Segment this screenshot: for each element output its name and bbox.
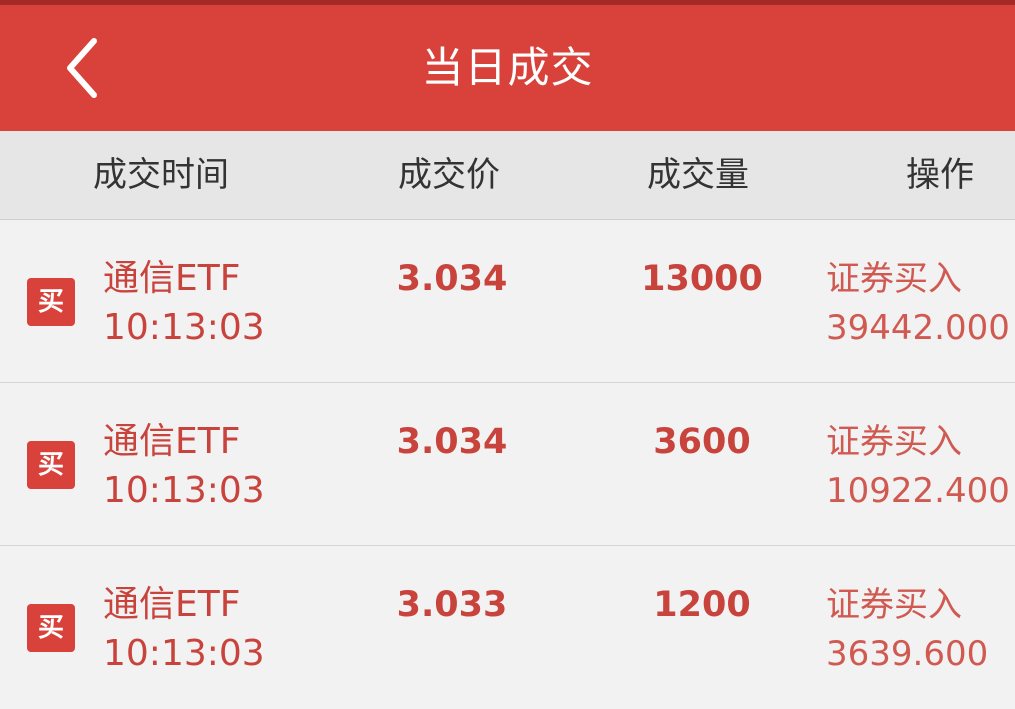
app-header: 当日成交 — [0, 5, 1015, 131]
back-button[interactable] — [58, 33, 110, 103]
trade-time: 10:13:03 — [103, 633, 265, 674]
trade-list: 买 通信ETF 10:13:03 3.034 13000 证券买入 39442.… — [0, 220, 1015, 709]
security-name: 通信ETF — [103, 584, 241, 625]
table-row[interactable]: 买 通信ETF 10:13:03 3.033 1200 证券买入 3639.60… — [0, 546, 1015, 709]
column-header-time: 成交时间 — [93, 155, 229, 195]
page-title: 当日成交 — [421, 43, 594, 92]
table-header: 成交时间 成交价 成交量 操作 — [0, 131, 1015, 220]
trade-time: 10:13:03 — [103, 307, 265, 348]
buy-badge: 买 — [27, 278, 75, 326]
trade-quantity: 1200 — [653, 585, 751, 625]
column-header-operation: 操作 — [906, 155, 974, 195]
trade-quantity: 3600 — [653, 422, 751, 462]
column-header-quantity: 成交量 — [647, 155, 749, 195]
trade-action: 证券买入 — [826, 585, 962, 625]
table-row[interactable]: 买 通信ETF 10:13:03 3.034 3600 证券买入 10922.4… — [0, 383, 1015, 546]
chevron-left-icon — [67, 38, 97, 98]
buy-badge: 买 — [27, 604, 75, 652]
column-header-price: 成交价 — [398, 155, 500, 195]
trade-price: 3.034 — [396, 422, 508, 462]
trade-amount: 3639.600 — [826, 634, 989, 674]
trade-price: 3.033 — [396, 585, 508, 625]
trade-quantity: 13000 — [641, 259, 763, 299]
trade-amount: 39442.000 — [826, 308, 1010, 348]
trade-action: 证券买入 — [826, 259, 962, 299]
trade-time: 10:13:03 — [103, 470, 265, 511]
table-row[interactable]: 买 通信ETF 10:13:03 3.034 13000 证券买入 39442.… — [0, 220, 1015, 383]
trade-action: 证券买入 — [826, 422, 962, 462]
security-name: 通信ETF — [103, 421, 241, 462]
buy-badge: 买 — [27, 441, 75, 489]
trade-price: 3.034 — [396, 259, 508, 299]
security-name: 通信ETF — [103, 258, 241, 299]
trade-amount: 10922.400 — [826, 471, 1010, 511]
